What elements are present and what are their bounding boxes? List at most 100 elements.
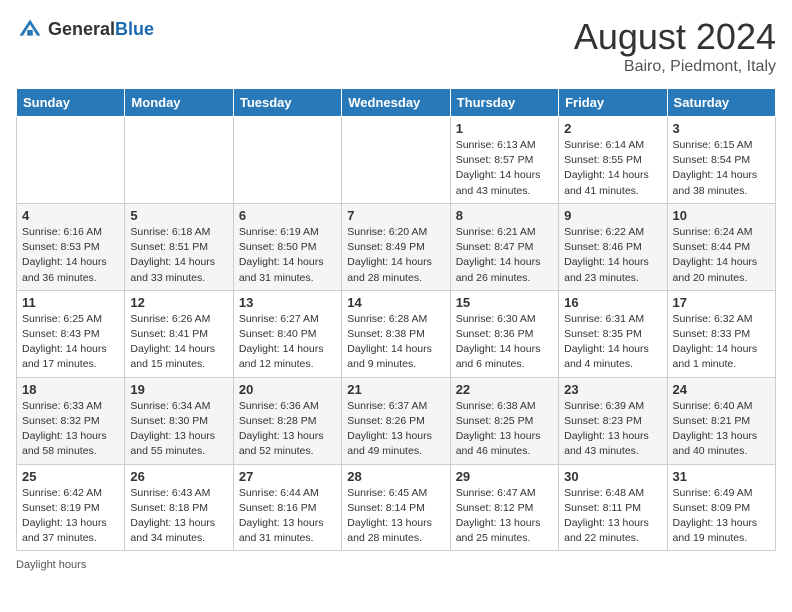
calendar-cell: 25 Sunrise: 6:42 AMSunset: 8:19 PMDayligh… — [17, 464, 125, 551]
day-info: Sunrise: 6:48 AMSunset: 8:11 PMDaylight:… — [564, 486, 661, 547]
day-info: Sunrise: 6:45 AMSunset: 8:14 PMDaylight:… — [347, 486, 444, 547]
day-info: Sunrise: 6:36 AMSunset: 8:28 PMDaylight:… — [239, 399, 336, 460]
calendar-cell: 29 Sunrise: 6:47 AMSunset: 8:12 PMDayligh… — [450, 464, 558, 551]
daylight-label: Daylight hours — [16, 559, 86, 571]
calendar-cell: 20 Sunrise: 6:36 AMSunset: 8:28 PMDayligh… — [233, 377, 341, 464]
calendar-cell: 12Sunrise: 6:26 AMSunset: 8:41 PMDayligh… — [125, 290, 233, 377]
logo-blue: Blue — [115, 20, 154, 40]
location: Bairo, Piedmont, Italy — [574, 58, 776, 76]
calendar-week-row: 11 Sunrise: 6:25 AMSunset: 8:43 PMDayligh… — [17, 290, 776, 377]
logo-general: General — [48, 20, 115, 40]
day-number: 30 — [564, 469, 661, 484]
calendar-cell: 2 Sunrise: 6:14 AMSunset: 8:55 PMDaylight… — [559, 117, 667, 204]
calendar-cell: 19Sunrise: 6:34 AMSunset: 8:30 PMDayligh… — [125, 377, 233, 464]
day-info: Sunrise: 6:37 AMSunset: 8:26 PMDaylight:… — [347, 399, 444, 460]
day-number: 10 — [673, 208, 770, 223]
calendar-cell: 15Sunrise: 6:30 AMSunset: 8:36 PMDayligh… — [450, 290, 558, 377]
calendar-day-header: Monday — [125, 89, 233, 117]
day-info: Sunrise: 6:19 AMSunset: 8:50 PMDaylight:… — [239, 225, 336, 286]
calendar-cell: 9Sunrise: 6:22 AMSunset: 8:46 PMDaylight… — [559, 203, 667, 290]
calendar-cell: 21 Sunrise: 6:37 AMSunset: 8:26 PMDayligh… — [342, 377, 450, 464]
calendar-cell: 22 Sunrise: 6:38 AMSunset: 8:25 PMDayligh… — [450, 377, 558, 464]
title-block: August 2024 Bairo, Piedmont, Italy — [574, 16, 776, 76]
calendar-week-row: 18 Sunrise: 6:33 AMSunset: 8:32 PMDayligh… — [17, 377, 776, 464]
page-header: General Blue August 2024 Bairo, Piedmont… — [16, 16, 776, 76]
day-info: Sunrise: 6:16 AMSunset: 8:53 PMDaylight:… — [22, 225, 119, 286]
day-number: 27 — [239, 469, 336, 484]
day-info: Sunrise: 6:25 AMSunset: 8:43 PMDaylight:… — [22, 312, 119, 373]
day-number: 21 — [347, 382, 444, 397]
day-number: 14 — [347, 295, 444, 310]
calendar-cell — [233, 117, 341, 204]
day-info: Sunrise: 6:47 AMSunset: 8:12 PMDaylight:… — [456, 486, 553, 547]
logo-text: General Blue — [48, 20, 154, 40]
day-number: 8 — [456, 208, 553, 223]
calendar-cell: 23Sunrise: 6:39 AMSunset: 8:23 PMDayligh… — [559, 377, 667, 464]
day-number: 3 — [673, 121, 770, 136]
day-info: Sunrise: 6:33 AMSunset: 8:32 PMDaylight:… — [22, 399, 119, 460]
day-number: 25 — [22, 469, 119, 484]
day-info: Sunrise: 6:39 AMSunset: 8:23 PMDaylight:… — [564, 399, 661, 460]
day-info: Sunrise: 6:44 AMSunset: 8:16 PMDaylight:… — [239, 486, 336, 547]
calendar-cell: 18 Sunrise: 6:33 AMSunset: 8:32 PMDayligh… — [17, 377, 125, 464]
day-info: Sunrise: 6:28 AMSunset: 8:38 PMDaylight:… — [347, 312, 444, 373]
day-number: 17 — [673, 295, 770, 310]
calendar-day-header: Tuesday — [233, 89, 341, 117]
day-number: 28 — [347, 469, 444, 484]
day-number: 11 — [22, 295, 119, 310]
day-number: 31 — [673, 469, 770, 484]
calendar-cell: 24Sunrise: 6:40 AMSunset: 8:21 PMDayligh… — [667, 377, 775, 464]
calendar-day-header: Friday — [559, 89, 667, 117]
calendar-week-row: 25 Sunrise: 6:42 AMSunset: 8:19 PMDayligh… — [17, 464, 776, 551]
day-info: Sunrise: 6:34 AMSunset: 8:30 PMDaylight:… — [130, 399, 227, 460]
calendar-cell: 27 Sunrise: 6:44 AMSunset: 8:16 PMDayligh… — [233, 464, 341, 551]
day-info: Sunrise: 6:18 AMSunset: 8:51 PMDaylight:… — [130, 225, 227, 286]
calendar-cell: 30 Sunrise: 6:48 AMSunset: 8:11 PMDayligh… — [559, 464, 667, 551]
day-number: 15 — [456, 295, 553, 310]
day-info: Sunrise: 6:32 AMSunset: 8:33 PMDaylight:… — [673, 312, 770, 373]
calendar-cell: 6Sunrise: 6:19 AMSunset: 8:50 PMDaylight… — [233, 203, 341, 290]
calendar-cell — [17, 117, 125, 204]
calendar-cell: 7Sunrise: 6:20 AMSunset: 8:49 PMDaylight… — [342, 203, 450, 290]
calendar-header-row: SundayMondayTuesdayWednesdayThursdayFrid… — [17, 89, 776, 117]
day-number: 18 — [22, 382, 119, 397]
day-info: Sunrise: 6:49 AMSunset: 8:09 PMDaylight:… — [673, 486, 770, 547]
calendar-cell: 11 Sunrise: 6:25 AMSunset: 8:43 PMDayligh… — [17, 290, 125, 377]
calendar-cell — [342, 117, 450, 204]
day-number: 5 — [130, 208, 227, 223]
calendar-cell — [125, 117, 233, 204]
day-info: Sunrise: 6:26 AMSunset: 8:41 PMDaylight:… — [130, 312, 227, 373]
calendar-cell: 5 Sunrise: 6:18 AMSunset: 8:51 PMDaylight… — [125, 203, 233, 290]
day-number: 1 — [456, 121, 553, 136]
calendar-cell: 26 Sunrise: 6:43 AMSunset: 8:18 PMDayligh… — [125, 464, 233, 551]
calendar-table: SundayMondayTuesdayWednesdayThursdayFrid… — [16, 88, 776, 551]
day-number: 26 — [130, 469, 227, 484]
day-number: 20 — [239, 382, 336, 397]
month-year: August 2024 — [574, 16, 776, 58]
calendar-cell: 16Sunrise: 6:31 AMSunset: 8:35 PMDayligh… — [559, 290, 667, 377]
day-info: Sunrise: 6:40 AMSunset: 8:21 PMDaylight:… — [673, 399, 770, 460]
day-number: 22 — [456, 382, 553, 397]
calendar-cell: 1 Sunrise: 6:13 AMSunset: 8:57 PMDaylight… — [450, 117, 558, 204]
calendar-day-header: Sunday — [17, 89, 125, 117]
day-info: Sunrise: 6:38 AMSunset: 8:25 PMDaylight:… — [456, 399, 553, 460]
calendar-cell: 3Sunrise: 6:15 AMSunset: 8:54 PMDaylight… — [667, 117, 775, 204]
day-info: Sunrise: 6:13 AMSunset: 8:57 PMDaylight:… — [456, 138, 553, 199]
day-number: 4 — [22, 208, 119, 223]
calendar-week-row: 1 Sunrise: 6:13 AMSunset: 8:57 PMDaylight… — [17, 117, 776, 204]
day-number: 13 — [239, 295, 336, 310]
day-info: Sunrise: 6:27 AMSunset: 8:40 PMDaylight:… — [239, 312, 336, 373]
day-info: Sunrise: 6:43 AMSunset: 8:18 PMDaylight:… — [130, 486, 227, 547]
day-info: Sunrise: 6:21 AMSunset: 8:47 PMDaylight:… — [456, 225, 553, 286]
logo-icon — [16, 16, 44, 44]
logo: General Blue — [16, 16, 154, 44]
calendar-cell: 28 Sunrise: 6:45 AMSunset: 8:14 PMDayligh… — [342, 464, 450, 551]
day-number: 7 — [347, 208, 444, 223]
day-info: Sunrise: 6:14 AMSunset: 8:55 PMDaylight:… — [564, 138, 661, 199]
day-number: 29 — [456, 469, 553, 484]
day-info: Sunrise: 6:42 AMSunset: 8:19 PMDaylight:… — [22, 486, 119, 547]
footer: Daylight hours — [16, 559, 776, 571]
calendar-day-header: Wednesday — [342, 89, 450, 117]
day-number: 2 — [564, 121, 661, 136]
calendar-week-row: 4 Sunrise: 6:16 AMSunset: 8:53 PMDaylight… — [17, 203, 776, 290]
